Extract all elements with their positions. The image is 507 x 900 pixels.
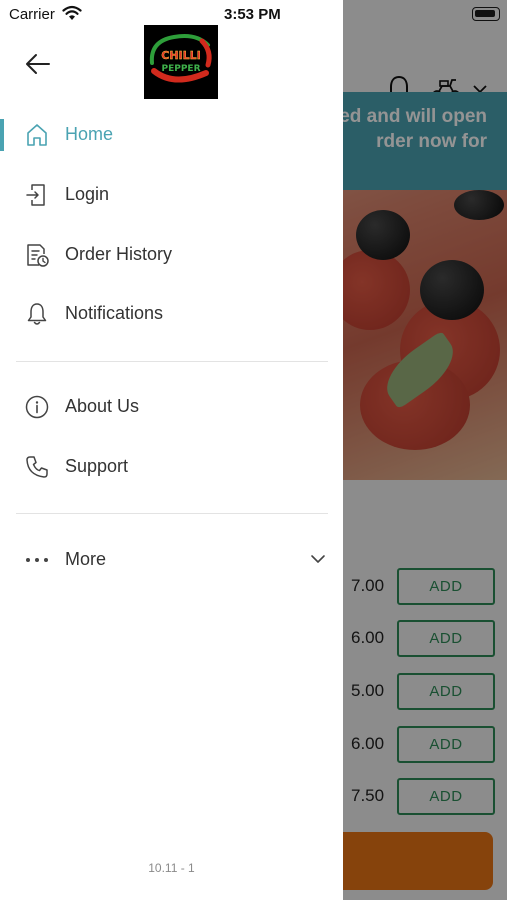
menu-item-home[interactable]: Home (0, 111, 343, 159)
svg-text:CHILLI: CHILLI (161, 49, 200, 62)
clock: 3:53 PM (224, 6, 281, 23)
menu-item-label: About Us (65, 396, 140, 416)
back-arrow-icon[interactable] (22, 50, 54, 78)
status-bar: Carrier 3:53 PM (0, 0, 507, 30)
menu-item-label: Home (65, 124, 114, 144)
menu-item-about-us[interactable]: About Us (0, 383, 343, 431)
battery-icon (472, 7, 500, 21)
active-indicator (0, 119, 4, 151)
bell-icon (27, 303, 47, 325)
menu-divider (16, 513, 328, 514)
menu-item-label: More (65, 549, 107, 569)
chilli-pepper-logo: CHILLI PEPPER (144, 25, 218, 99)
home-icon (27, 124, 47, 146)
chevron-down-icon (311, 555, 325, 563)
svg-text:PEPPER: PEPPER (161, 64, 200, 74)
menu-item-label: Login (65, 184, 110, 204)
login-icon (26, 184, 45, 206)
wifi-icon (62, 5, 82, 20)
menu-item-login[interactable]: Login (0, 171, 343, 219)
menu-item-label: Support (65, 456, 129, 476)
menu-item-label: Notifications (65, 303, 164, 323)
info-icon (25, 395, 49, 419)
menu-item-more[interactable]: More (0, 536, 343, 584)
menu-item-label: Order History (65, 244, 173, 264)
phone-icon (26, 456, 48, 478)
more-dots-icon (26, 558, 48, 562)
navigation-drawer: CHILLI PEPPER Home Login Order History N… (0, 0, 343, 900)
menu-item-notifications[interactable]: Notifications (0, 290, 343, 338)
app-version: 10.11 - 1 (148, 861, 195, 875)
menu-item-support[interactable]: Support (0, 443, 343, 491)
restaurant-logo: CHILLI PEPPER (144, 25, 218, 99)
menu-item-order-history[interactable]: Order History (0, 231, 343, 279)
carrier-label: Carrier (9, 6, 55, 23)
order-history-icon (27, 244, 49, 267)
menu-divider (16, 361, 328, 362)
